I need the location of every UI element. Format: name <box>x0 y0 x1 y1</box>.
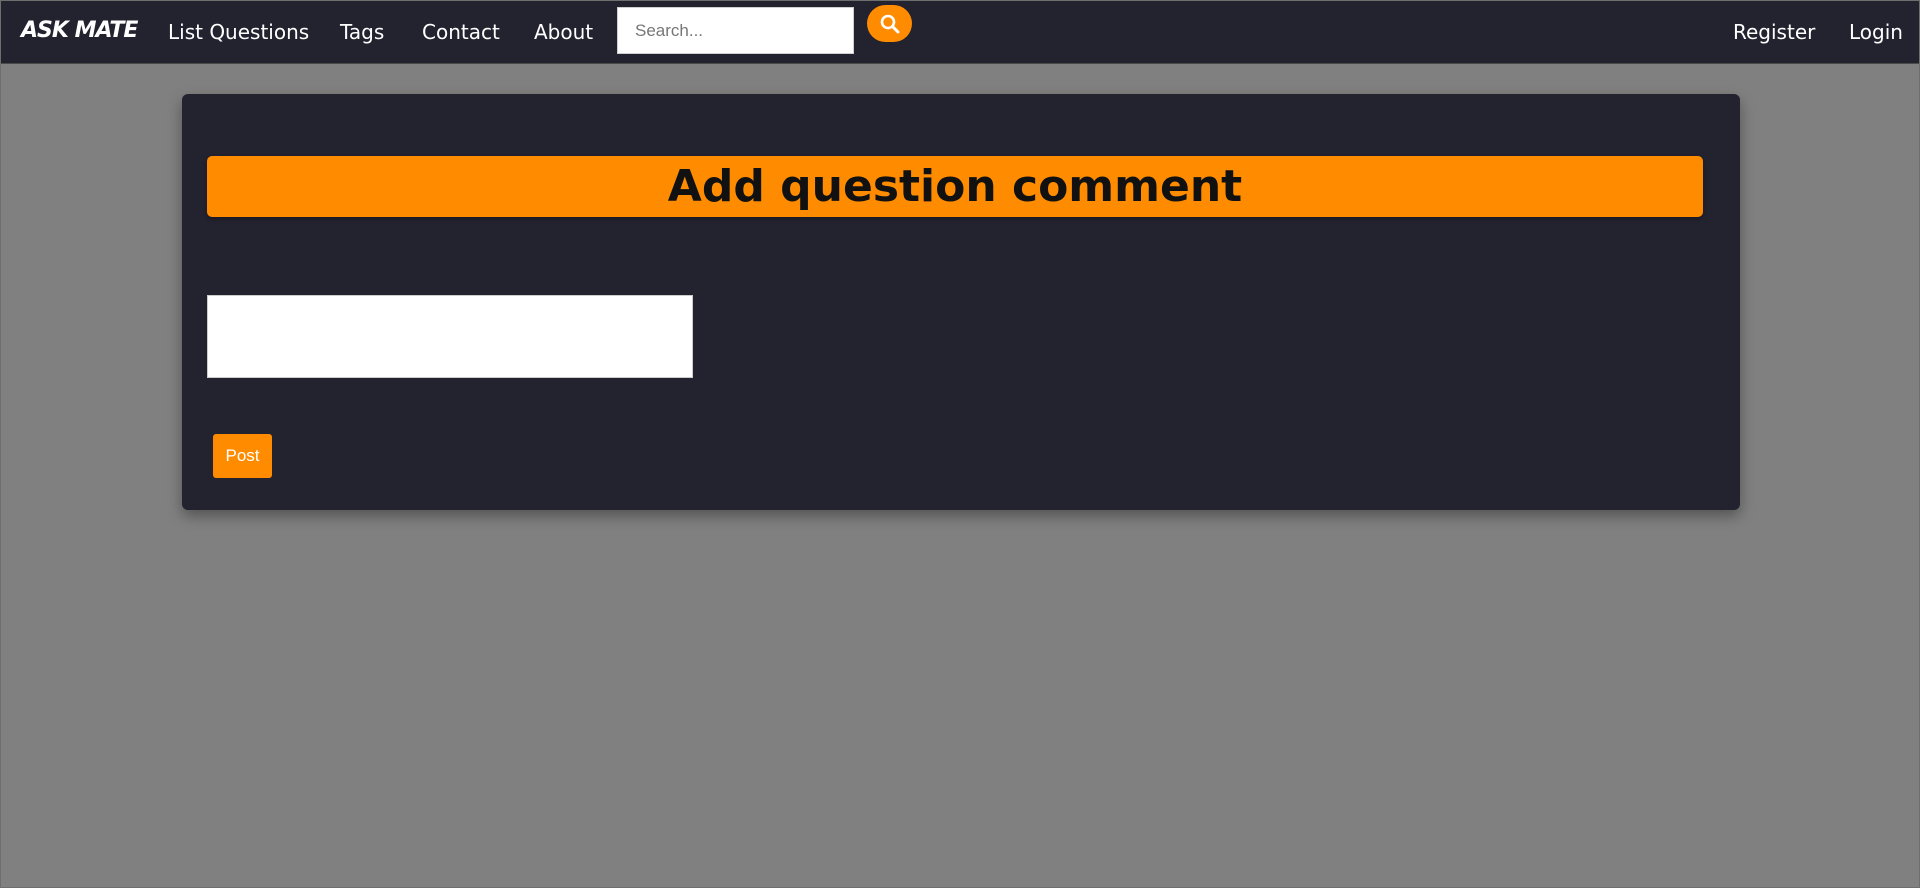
search-button[interactable] <box>867 5 912 42</box>
page-background: ASK MATE List Questions Tags Contact Abo… <box>0 0 1920 888</box>
nav-link-about[interactable]: About <box>534 20 593 44</box>
nav-link-login[interactable]: Login <box>1849 20 1903 44</box>
navbar: ASK MATE List Questions Tags Contact Abo… <box>1 1 1919 64</box>
comment-form-card: Add question comment Post <box>182 94 1740 510</box>
nav-link-list-questions[interactable]: List Questions <box>168 20 309 44</box>
logo[interactable]: ASK MATE <box>21 18 138 43</box>
nav-link-register[interactable]: Register <box>1733 20 1815 44</box>
nav-link-tags[interactable]: Tags <box>340 20 384 44</box>
search-icon <box>867 13 912 35</box>
comment-input[interactable] <box>207 295 693 378</box>
page-title: Add question comment <box>207 156 1703 217</box>
post-button[interactable]: Post <box>213 434 272 478</box>
nav-link-contact[interactable]: Contact <box>422 20 500 44</box>
search-input[interactable] <box>617 7 854 54</box>
